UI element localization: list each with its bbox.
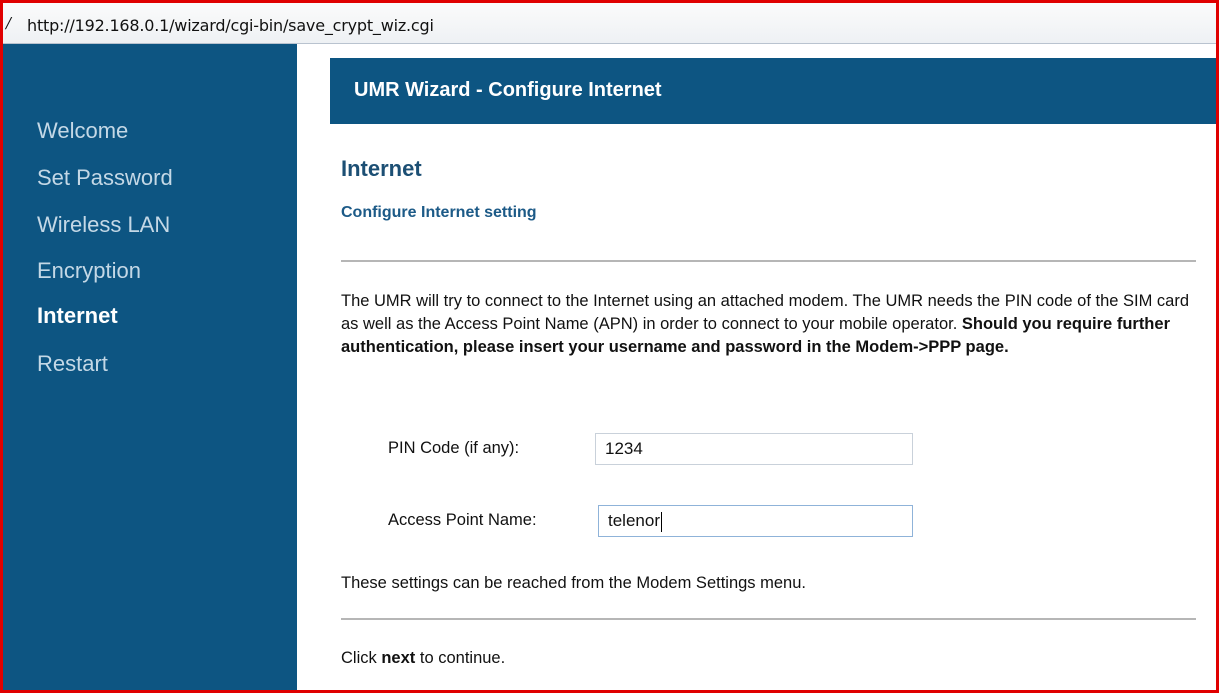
- sidebar-item-restart[interactable]: Restart: [37, 351, 108, 377]
- sidebar-item-encryption[interactable]: Encryption: [37, 258, 141, 284]
- pin-label: PIN Code (if any):: [388, 439, 520, 457]
- next-keyword: next: [381, 649, 416, 667]
- apn-value: telenor: [608, 511, 660, 530]
- divider: [341, 260, 1196, 262]
- continue-instruction: Click next to continue.: [341, 649, 505, 668]
- page-subtitle: Configure Internet setting: [341, 204, 537, 221]
- wizard-header: UMR Wizard - Configure Internet: [330, 58, 1216, 124]
- wizard-title: UMR Wizard - Configure Internet: [354, 79, 662, 101]
- pin-code-value: 1234: [605, 439, 643, 458]
- url-text[interactable]: http://192.168.0.1/wizard/cgi-bin/save_c…: [27, 16, 434, 35]
- page-icon: /: [6, 14, 12, 32]
- sidebar-item-set-password[interactable]: Set Password: [37, 165, 173, 191]
- continue-prefix: Click: [341, 649, 377, 667]
- continue-suffix: to continue.: [419, 649, 506, 667]
- address-bar[interactable]: / http://192.168.0.1/wizard/cgi-bin/save…: [3, 3, 1216, 44]
- description: The UMR will try to connect to the Inter…: [341, 290, 1196, 359]
- spacer: [297, 44, 330, 690]
- apn-input[interactable]: telenor: [598, 505, 913, 537]
- apn-label: Access Point Name:: [388, 511, 537, 529]
- sidebar-item-wireless-lan[interactable]: Wireless LAN: [37, 212, 170, 238]
- divider: [341, 618, 1196, 620]
- sidebar-item-welcome[interactable]: Welcome: [37, 118, 128, 144]
- sidebar-item-internet[interactable]: Internet: [37, 303, 118, 329]
- settings-note: These settings can be reached from the M…: [341, 574, 806, 592]
- sidebar: Welcome Set Password Wireless LAN Encryp…: [3, 44, 297, 690]
- pin-code-input[interactable]: 1234: [595, 433, 913, 465]
- page-title: Internet: [341, 156, 422, 181]
- text-caret: [660, 511, 662, 532]
